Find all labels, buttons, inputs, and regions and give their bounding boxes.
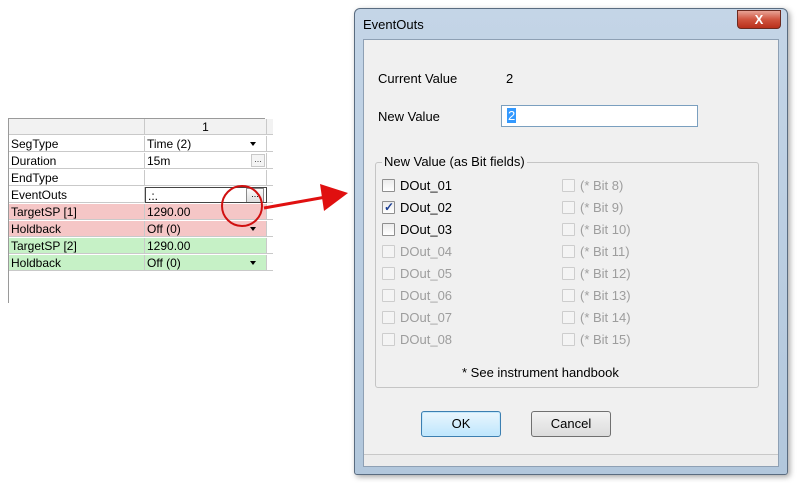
checkbox-label: (* Bit 9): [580, 200, 624, 215]
checkbox-box: [382, 245, 395, 258]
close-button[interactable]: X: [737, 10, 781, 29]
checkbox-box: [562, 289, 575, 302]
ok-button[interactable]: OK: [421, 411, 501, 437]
checkbox-label: DOut_03: [400, 222, 453, 237]
bit-fields-group-title: New Value (as Bit fields): [382, 154, 527, 169]
dialog-title: EventOuts: [363, 17, 424, 32]
checkbox-label: DOut_05: [400, 266, 453, 281]
checkbox-box[interactable]: [382, 223, 395, 236]
checkbox-label: (* Bit 12): [580, 266, 631, 281]
checkbox-label: (* Bit 15): [580, 332, 631, 347]
checkbox-box: [562, 223, 575, 236]
checkbox-label: (* Bit 14): [580, 310, 631, 325]
checkbox-box[interactable]: ✓: [382, 200, 395, 214]
checkbox-box: [382, 333, 395, 346]
checkbox-label: DOut_02: [400, 200, 453, 215]
check-mark-icon: ✓: [384, 200, 395, 214]
handbook-note: * See instrument handbook: [462, 365, 619, 380]
chevron-down-icon[interactable]: [250, 142, 256, 146]
param-label: Duration: [9, 153, 145, 169]
param-label: TargetSP [2]: [9, 238, 145, 254]
checkbox-box: [562, 245, 575, 258]
checkbox-box: [562, 201, 575, 214]
current-value-display: 2: [506, 71, 514, 86]
dialog-titlebar[interactable]: EventOuts X: [355, 9, 787, 39]
checkbox-label: DOut_01: [400, 178, 453, 193]
cancel-button[interactable]: Cancel: [531, 411, 611, 437]
param-label: Holdback: [9, 221, 145, 237]
checkbox-label: (* Bit 8): [580, 178, 624, 193]
new-value-input[interactable]: 2: [501, 105, 698, 127]
chevron-down-icon[interactable]: [250, 227, 256, 231]
param-label: EventOuts: [9, 187, 145, 203]
grid-edge-cell: [267, 221, 273, 237]
grid-edge-cell: [267, 119, 273, 135]
dialog-status-bar: [364, 454, 778, 466]
close-icon: X: [754, 12, 764, 27]
checkbox-label: DOut_08: [400, 332, 453, 347]
dialog-client-area: Current Value 2 New Value 2 New Value (a…: [363, 39, 779, 467]
param-label: TargetSP [1]: [9, 204, 145, 220]
eventouts-dialog: EventOuts X Current Value 2 New Value 2 …: [354, 8, 788, 475]
checkbox-label: (* Bit 10): [580, 222, 631, 237]
current-value-label: Current Value: [378, 71, 458, 86]
grid-edge-cell: [267, 238, 273, 254]
grid-edge-cell: [267, 153, 273, 169]
grid-edge-cell: [267, 136, 273, 152]
param-label: SegType: [9, 136, 145, 152]
checkbox-label: DOut_04: [400, 244, 453, 259]
checkbox-label: (* Bit 11): [580, 244, 630, 259]
pointer-arrow-icon: [263, 184, 348, 211]
chevron-down-icon[interactable]: [250, 261, 256, 265]
checkbox-box: [382, 311, 395, 324]
bit-fields-group: New Value (as Bit fields) DOut_01 ✓ DOut_…: [375, 154, 759, 388]
holdback-2-dropdown[interactable]: Off (0): [145, 255, 267, 271]
checkbox-box: [382, 289, 395, 302]
checkbox-box: [562, 267, 575, 280]
highlight-circle: [221, 185, 263, 227]
column-header-segment-1[interactable]: 1: [145, 119, 267, 135]
endtype-field[interactable]: [145, 170, 267, 186]
checkbox-box: [562, 333, 575, 346]
checkbox-box[interactable]: [382, 179, 395, 192]
targetsp-2-field[interactable]: 1290.00: [145, 238, 267, 254]
duration-field[interactable]: 15m...: [145, 153, 267, 169]
duration-ellipsis-button[interactable]: ...: [251, 154, 265, 167]
checkbox-box: [562, 179, 575, 192]
param-label: Holdback: [9, 255, 145, 271]
checkbox-label: (* Bit 13): [580, 288, 631, 303]
segtype-dropdown[interactable]: Time (2): [145, 136, 267, 152]
param-label: EndType: [9, 170, 145, 186]
checkbox-label: DOut_07: [400, 310, 453, 325]
checkbox-label: DOut_06: [400, 288, 453, 303]
grid-corner-cell: [9, 119, 145, 135]
checkbox-box: [562, 311, 575, 324]
new-value-text: 2: [507, 108, 517, 123]
grid-edge-cell: [267, 255, 273, 271]
checkbox-box: [382, 267, 395, 280]
new-value-label: New Value: [378, 109, 440, 124]
